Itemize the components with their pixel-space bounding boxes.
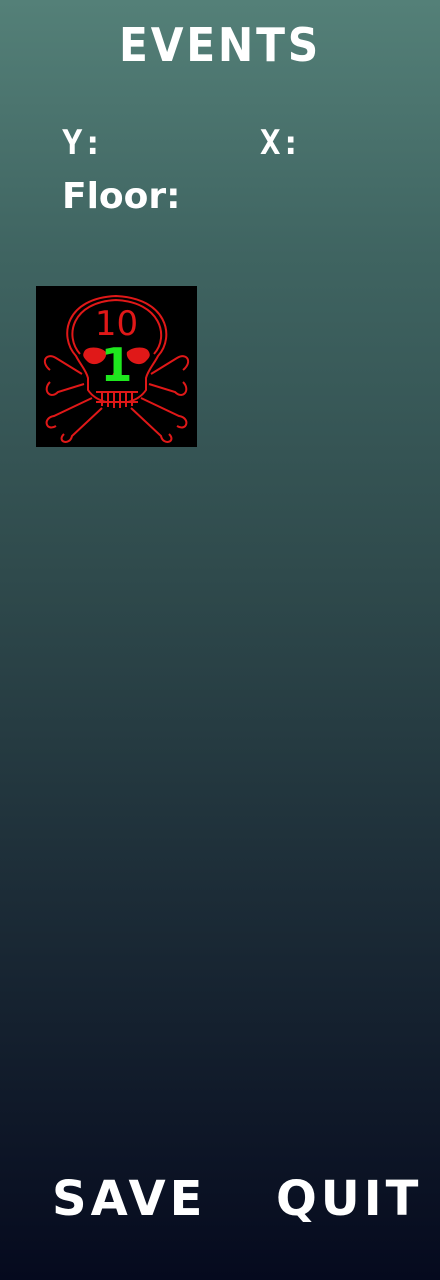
- event-tile[interactable]: 10 1: [36, 286, 197, 447]
- floor-label: Floor:: [62, 176, 181, 217]
- save-button[interactable]: SAVE: [52, 1170, 206, 1228]
- y-coordinate: Y:: [62, 123, 109, 163]
- page-title: EVENTS: [119, 18, 321, 72]
- x-coordinate: X:: [260, 123, 307, 163]
- event-count-number: 1: [100, 338, 133, 392]
- quit-button[interactable]: QUIT: [276, 1170, 422, 1228]
- floor-indicator: Floor:: [62, 177, 187, 217]
- x-label: X:: [260, 123, 301, 163]
- y-label: Y:: [62, 123, 103, 163]
